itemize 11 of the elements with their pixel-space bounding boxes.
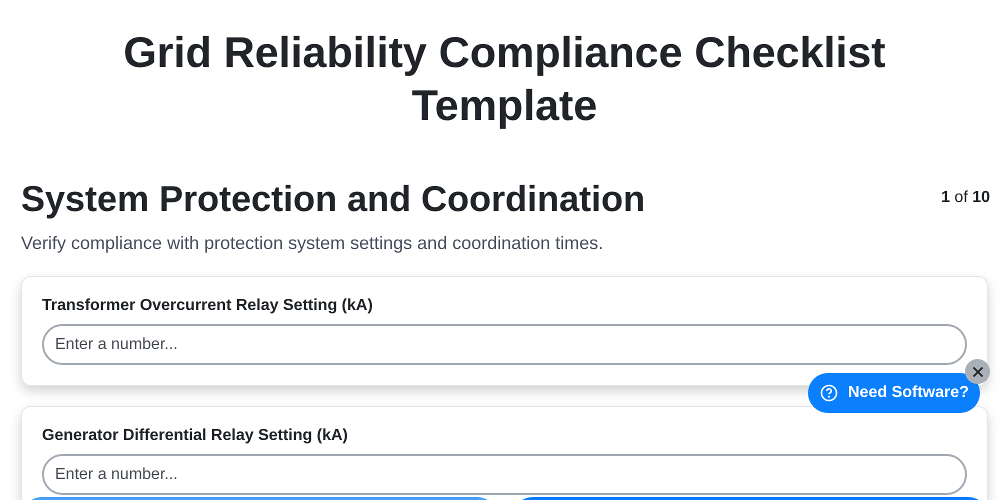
question-label: Generator Differential Relay Setting (kA) <box>42 427 348 445</box>
section-title: System Protection and Coordination <box>21 177 646 221</box>
number-input-field[interactable]: Enter a number... <box>42 324 967 365</box>
question-label: Transformer Overcurrent Relay Setting (kA) <box>42 297 373 315</box>
need-software-button[interactable]: Need Software? <box>808 373 980 413</box>
question-icon <box>820 384 838 402</box>
close-icon <box>972 366 984 378</box>
progress-counter: 1 of 10 <box>941 189 990 207</box>
page-title: Grid Reliability Compliance Checklist Template <box>122 28 887 132</box>
section-description: Verify compliance with protection system settings and coordination times. <box>21 232 604 255</box>
number-input-field[interactable]: Enter a number... <box>42 454 967 495</box>
